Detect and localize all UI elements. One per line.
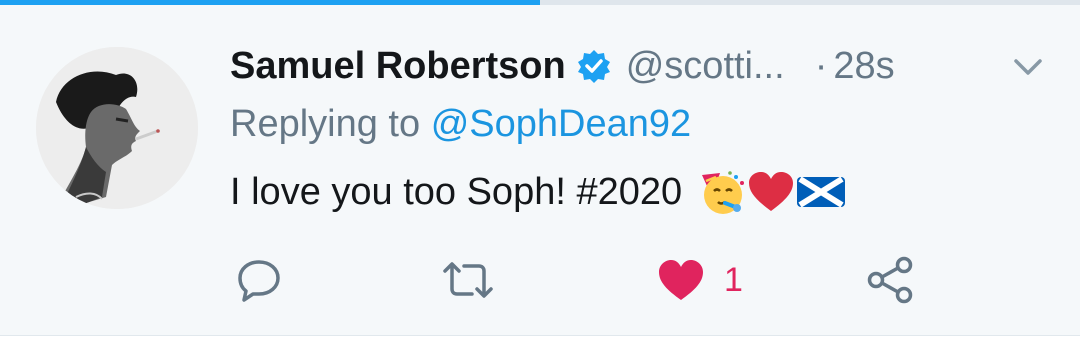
tweet[interactable]: Samuel Robertson @scotti... · 28s Replyi… bbox=[0, 5, 1080, 335]
timestamp[interactable]: 28s bbox=[833, 45, 894, 88]
retweet-icon[interactable] bbox=[440, 257, 496, 303]
chevron-down-icon[interactable] bbox=[1010, 55, 1046, 79]
author-handle[interactable]: @scotti... bbox=[626, 45, 785, 88]
reply-icon[interactable] bbox=[236, 257, 282, 303]
tweet-header: Samuel Robertson @scotti... · 28s bbox=[230, 41, 895, 91]
share-button[interactable] bbox=[866, 250, 916, 310]
verified-badge-icon bbox=[576, 48, 612, 84]
retweet-button[interactable] bbox=[440, 250, 496, 310]
like-button[interactable]: 1 bbox=[656, 250, 743, 310]
partying-face-icon bbox=[696, 167, 746, 217]
tweet-actions: 1 bbox=[0, 250, 1080, 310]
red-heart-icon bbox=[746, 167, 796, 217]
like-count: 1 bbox=[724, 260, 743, 299]
replying-to-label: Replying to bbox=[230, 103, 421, 145]
timeline-below bbox=[0, 336, 1080, 360]
avatar[interactable] bbox=[36, 47, 198, 209]
share-icon[interactable] bbox=[866, 255, 916, 305]
tweet-text-content: I love you too Soph! #2020 bbox=[230, 170, 683, 213]
replying-to-line: Replying to @SophDean92 bbox=[230, 103, 691, 146]
author-name[interactable]: Samuel Robertson bbox=[230, 45, 566, 88]
reply-button[interactable] bbox=[236, 250, 282, 310]
reply-handle-link[interactable]: @SophDean92 bbox=[431, 103, 691, 145]
tweet-text: I love you too Soph! #2020 bbox=[230, 167, 846, 217]
separator-dot: · bbox=[814, 44, 828, 87]
scotland-flag-icon bbox=[796, 167, 846, 217]
heart-icon[interactable] bbox=[656, 257, 706, 303]
